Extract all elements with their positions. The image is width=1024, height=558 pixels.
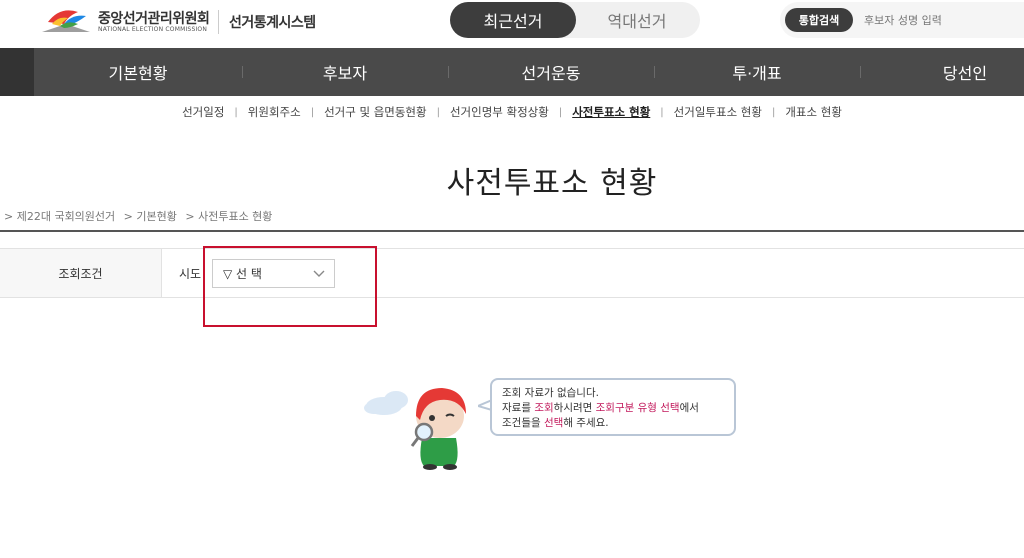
subnav-voter-registry[interactable]: 선거인명부 확정상황 [448,104,551,120]
subnav-districts[interactable]: 선거구 및 읍면동현황 [322,104,429,120]
subnav-committee-address[interactable]: 위원회주소 [246,104,303,120]
election-toggle: 역대선거 최근선거 [450,2,700,38]
subnav-separator: | [310,106,315,118]
toggle-recent-elections[interactable]: 최근선거 [450,2,576,38]
sub-nav: 선거일정 | 위원회주소 | 선거구 및 읍면동현황 | 선거인명부 확정상황 … [0,96,1024,128]
empty-state-message: 조회 자료가 없습니다. 자료를 조회하시려면 조회구분 유형 선택에서 조건들… [490,378,736,436]
subnav-schedule[interactable]: 선거일정 [180,104,226,120]
subnav-election-day-stations[interactable]: 선거일투표소 현황 [672,104,764,120]
empty-highlight: 조회 [534,402,554,414]
integrated-search-button[interactable]: 통합검색 [785,8,853,32]
filter-label-cell: 조회조건 [0,249,162,297]
filter-label: 조회조건 [58,266,103,281]
subnav-counting-stations[interactable]: 개표소 현황 [783,104,844,120]
subnav-separator: | [771,106,776,118]
main-nav-edge [0,48,34,96]
system-name[interactable]: 선거통계시스템 [229,12,316,32]
empty-highlight: 조회구분 유형 선택 [595,402,680,414]
subnav-separator: | [660,106,664,118]
nav-item-elected[interactable]: 당선인 [860,48,1024,96]
subnav-separator: | [436,106,440,118]
empty-text: 해 주세요. [563,417,609,429]
section-divider [0,230,1024,232]
nav-item-campaign[interactable]: 선거운동 [448,48,654,96]
toggle-past-elections[interactable]: 역대선거 [574,2,700,38]
empty-text: 조건들을 [502,417,544,429]
mascot-icon [364,388,466,470]
annotation-highlight-box [203,246,377,327]
empty-text: 자료를 [502,402,535,414]
header: 중앙선거관리위원회 NATIONAL ELECTION COMMISSION 선… [0,0,1024,48]
empty-highlight: 선택 [543,417,564,429]
header-divider [218,10,219,34]
sido-label: 시도 [179,267,202,281]
filter-row: 조회조건 시도 ▽ 선 택 [0,248,1024,298]
org-name-en: NATIONAL ELECTION COMMISSION [98,26,208,33]
subnav-separator: | [558,106,563,118]
empty-text: 에서 [679,402,699,414]
nav-item-candidates[interactable]: 후보자 [242,48,448,96]
candidate-search-input[interactable] [864,8,1014,32]
org-name: 중앙선거관리위원회 [98,11,210,27]
subnav-early-voting-stations[interactable]: 사전투표소 현황 [570,104,652,120]
empty-line-3: 조건들을 선택해 주세요. [502,416,724,431]
search-bar: 통합검색 [780,2,1024,38]
nav-item-voting-counting[interactable]: 투·개표 [654,48,860,96]
empty-line-1: 조회 자료가 없습니다. [502,387,599,399]
breadcrumb-current: > 사전투표소 현황 [185,210,273,223]
empty-text: 하시려면 [553,402,596,414]
nav-item-basic-status[interactable]: 기본현황 [34,48,242,96]
breadcrumb-basic-status[interactable]: > 기본현황 [124,210,177,223]
nec-logo-icon[interactable] [38,2,94,36]
empty-line-2: 자료를 조회하시려면 조회구분 유형 선택에서 [502,401,724,416]
page-title: 사전투표소 현황 [446,166,658,201]
breadcrumb-election[interactable]: > 제22대 국회의원선거 [4,210,115,223]
main-nav: 기본현황 후보자 선거운동 투·개표 당선인 [0,48,1024,96]
subnav-separator: | [234,106,238,118]
breadcrumb: > 제22대 국회의원선거 > 기본현황 > 사전투표소 현황 [4,208,277,224]
